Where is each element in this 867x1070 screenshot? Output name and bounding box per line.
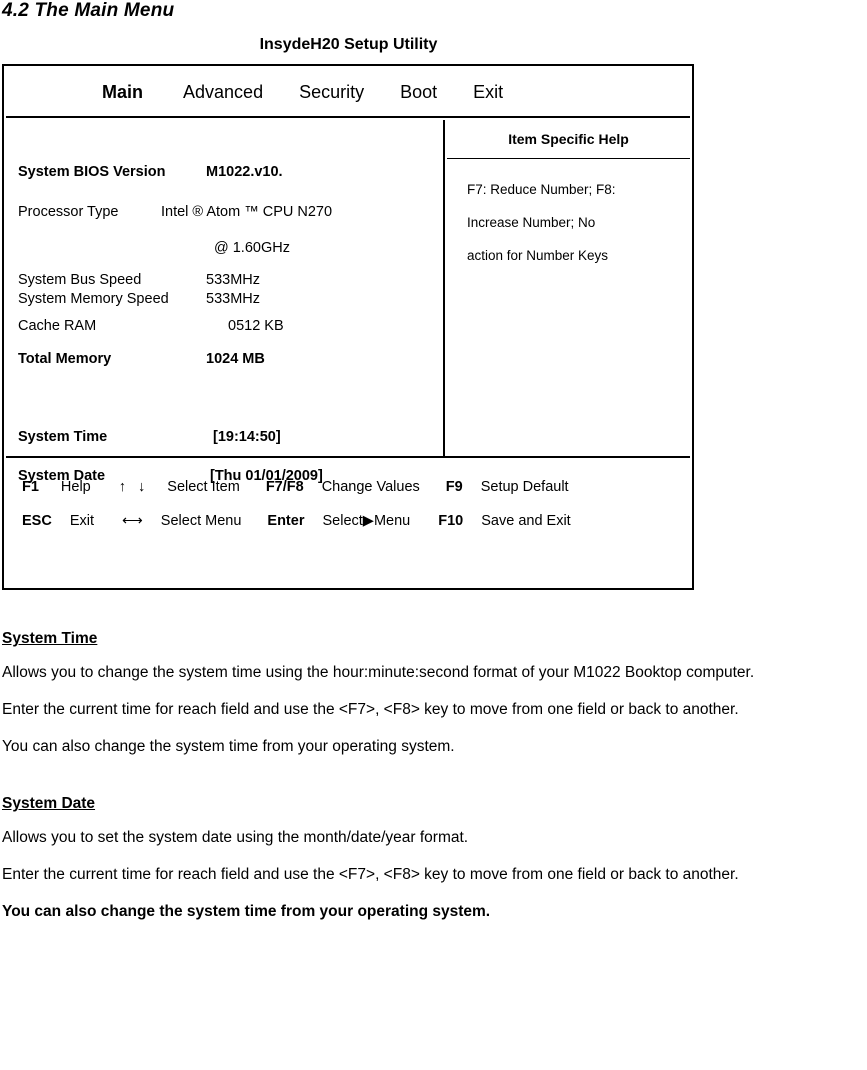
label-processor-type: Processor Type [18,204,119,220]
key-enter[interactable]: Enter [267,513,304,529]
system-time-heading: System Time [2,630,98,647]
bios-key-help-footer: F1 Help ↑ ↓ Select Item F7/F8 Change Values F9… [6,456,690,586]
tab-main[interactable]: Main [102,82,143,103]
key-f7-f8[interactable]: F7/F8 [266,479,304,495]
tab-exit[interactable]: Exit [473,82,503,103]
row-processor-type: Processor Type Intel ® Atom ™ CPU N270 [6,204,332,220]
system-time-heading-wrap: System Time [2,630,862,654]
item-specific-help-header: Item Specific Help [447,120,690,159]
select-menu-enter-action: Select [322,513,363,529]
row-system-bus-speed: System Bus Speed 533MHz [6,272,260,288]
label-system-time: System Time [18,429,108,445]
system-date-heading-wrap: System Date [2,795,862,819]
save-and-exit-action: Save and Exit [481,513,571,529]
value-system-bus-speed: 533MHz [206,272,260,288]
system-date-heading: System Date [2,795,96,812]
help-text-line: F7: Reduce Number; F8: [467,182,616,197]
label-cache-ram: Cache RAM [18,318,97,334]
select-item-action: Select Item [167,479,240,495]
key-esc[interactable]: ESC [22,513,52,529]
documentation-body: System Time Allows you to change the sys… [2,630,862,932]
label-system-bus-speed: System Bus Speed [18,272,142,288]
system-time-paragraph-1: Allows you to change the system time usi… [2,664,755,681]
key-help-row-2: ESC Exit ⟷ Select Menu Enter Select▶Menu F10 Sa… [22,504,690,538]
value-total-memory: 1024 MB [206,351,265,367]
tab-boot[interactable]: Boot [400,82,437,103]
bios-setup-window: Main Advanced Security Boot Exit System … [2,64,694,590]
bios-body: System BIOS Version M1022.v10. Processor… [6,120,690,484]
help-text-line: Increase Number; No [467,215,596,230]
row-total-memory: Total Memory 1024 MB [6,351,265,367]
item-specific-help-pane: Item Specific Help F7: Reduce Number; F8… [447,120,690,456]
label-system-memory-speed: System Memory Speed [18,291,169,307]
change-values-action: Change Values [321,479,420,495]
label-total-memory: Total Memory [18,351,112,367]
value-system-bios-version: M1022.v10. [206,164,283,180]
system-date-paragraph-3: You can also change the system time from… [2,903,491,920]
system-date-paragraph-2: Enter the current time for reach field a… [2,866,739,883]
value-processor-type: Intel ® Atom ™ CPU N270 [161,204,333,220]
value-system-time[interactable]: [19:14:50] [213,429,281,445]
tab-advanced[interactable]: Advanced [183,82,263,103]
row-system-memory-speed: System Memory Speed 533MHz [6,291,260,307]
row-cache-ram: Cache RAM 0512 KB [6,318,284,334]
key-f9[interactable]: F9 [446,479,463,495]
key-esc-action: Exit [69,513,94,529]
system-information-pane: System BIOS Version M1022.v10. Processor… [6,120,445,484]
item-specific-help-body: F7: Reduce Number; F8: Increase Number; … [447,159,690,272]
key-f1-action: Help [60,479,91,495]
tab-security[interactable]: Security [299,82,364,103]
setup-default-action: Setup Default [480,479,569,495]
triangle-right-icon: ▶ [362,513,374,529]
select-menu-action: Select Menu [160,513,242,529]
row-system-bios-version: System BIOS Version M1022.v10. [6,164,283,180]
arrow-left-right-icon: ⟷ [122,513,143,529]
system-date-paragraph-1: Allows you to set the system date using … [2,829,469,846]
label-system-bios-version: System BIOS Version [18,164,166,180]
row-system-time[interactable]: System Time [19:14:50] [6,429,281,445]
bios-utility-title: InsydeH20 Setup Utility [259,36,438,53]
system-time-paragraph-2: Enter the current time for reach field a… [2,701,739,718]
select-menu-enter-action-2: Menu [373,513,411,529]
value-cache-ram: 0512 KB [228,318,284,334]
system-time-paragraph-3: You can also change the system time from… [2,738,455,755]
key-help-row-1: F1 Help ↑ ↓ Select Item F7/F8 Change Values F9… [22,470,690,504]
value-processor-clock: @ 1.60GHz [214,240,290,256]
help-text-line: action for Number Keys [467,248,609,263]
value-system-memory-speed: 533MHz [206,291,260,307]
arrow-up-down-icon: ↑ ↓ [118,479,150,495]
key-f1[interactable]: F1 [22,479,39,495]
page-section-heading: 4.2 The Main Menu [2,0,175,21]
bios-menu-bar: Main Advanced Security Boot Exit [6,68,690,118]
key-f10[interactable]: F10 [438,513,463,529]
